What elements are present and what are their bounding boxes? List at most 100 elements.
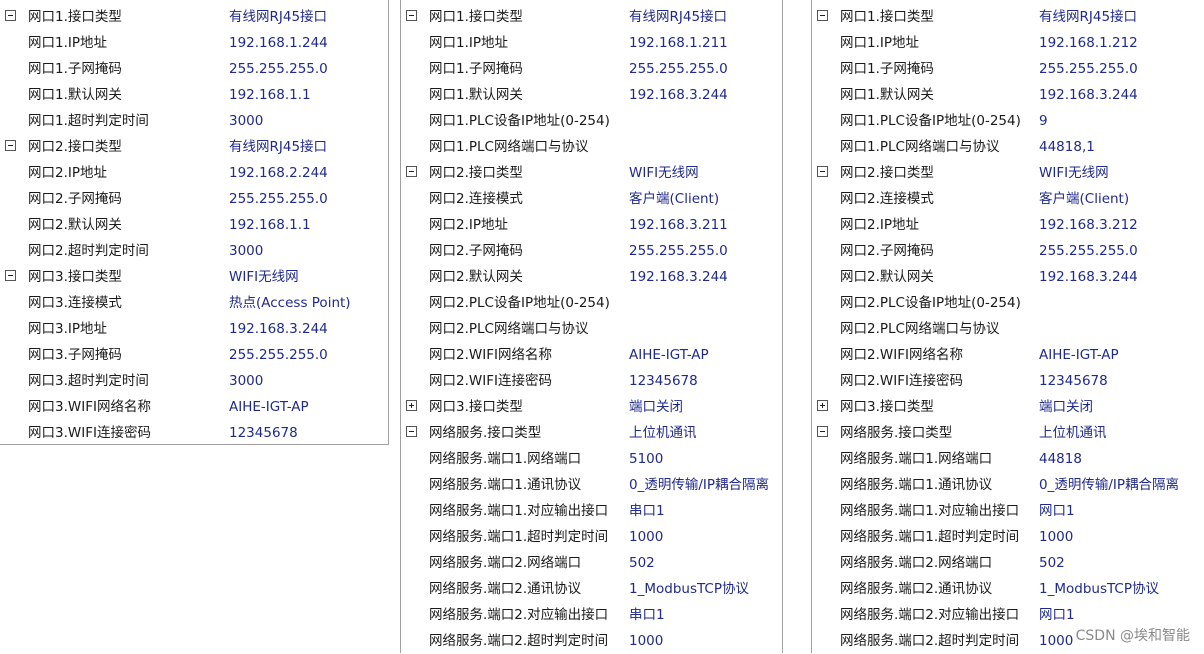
property-value[interactable]: 192.168.1.244 — [229, 30, 328, 56]
property-value[interactable]: 3000 — [229, 108, 263, 134]
property-value[interactable]: 0_透明传输/IP耦合隔离 — [1039, 472, 1179, 498]
property-row[interactable]: 网口2.IP地址 192.168.3.211 — [401, 212, 782, 238]
property-value[interactable]: 192.168.2.244 — [229, 160, 328, 186]
property-row[interactable]: 网口2.PLC网络端口与协议 — [401, 316, 782, 342]
property-row[interactable]: 网口2.WIFI连接密码 12345678 — [401, 368, 782, 394]
property-row[interactable]: 网口2.PLC设备IP地址(0-254) — [812, 290, 1204, 316]
property-value[interactable]: 串口1 — [629, 498, 665, 524]
property-row[interactable]: 网口1.子网掩码 255.255.255.0 — [401, 56, 782, 82]
property-value[interactable]: AIHE-IGT-AP — [629, 342, 709, 368]
property-value[interactable]: 255.255.255.0 — [629, 56, 728, 82]
property-row[interactable]: 网络服务.端口2.网络端口 502 — [401, 550, 782, 576]
property-row[interactable]: 网口2.接口类型 WIFI无线网 — [401, 160, 782, 186]
property-row[interactable]: 网络服务.端口1.通讯协议 0_透明传输/IP耦合隔离 — [812, 472, 1204, 498]
property-row[interactable]: 网口1.接口类型 有线网RJ45接口 — [401, 4, 782, 30]
collapse-icon[interactable] — [5, 10, 16, 21]
property-value[interactable]: 255.255.255.0 — [229, 342, 328, 368]
property-row[interactable]: 网口1.默认网关 192.168.1.1 — [0, 82, 388, 108]
property-value[interactable]: 3000 — [229, 238, 263, 264]
property-row[interactable]: 网口1.PLC设备IP地址(0-254) — [401, 108, 782, 134]
property-value[interactable]: 44818,1 — [1039, 134, 1095, 160]
property-row[interactable]: 网口1.IP地址 192.168.1.244 — [0, 30, 388, 56]
property-value[interactable]: 192.168.1.1 — [229, 82, 311, 108]
property-row[interactable]: 网络服务.接口类型 上位机通讯 — [812, 420, 1204, 446]
property-value[interactable]: 192.168.3.244 — [1039, 82, 1138, 108]
property-value[interactable]: 客户端(Client) — [629, 186, 719, 212]
property-value[interactable]: 192.168.1.211 — [629, 30, 728, 56]
property-row[interactable]: 网口2.IP地址 192.168.2.244 — [0, 160, 388, 186]
collapse-icon[interactable] — [406, 10, 417, 21]
property-value[interactable]: WIFI无线网 — [1039, 160, 1109, 186]
property-value[interactable]: WIFI无线网 — [629, 160, 699, 186]
property-row[interactable]: 网口3.接口类型 WIFI无线网 — [0, 264, 388, 290]
property-row[interactable]: 网口1.接口类型 有线网RJ45接口 — [812, 4, 1204, 30]
property-value[interactable]: 12345678 — [229, 420, 298, 446]
property-row[interactable]: 网络服务.端口1.网络端口 44818 — [812, 446, 1204, 472]
property-row[interactable]: 网口2.默认网关 192.168.1.1 — [0, 212, 388, 238]
property-value[interactable]: 有线网RJ45接口 — [629, 4, 727, 30]
collapse-icon[interactable] — [817, 166, 828, 177]
property-row[interactable]: 网口2.WIFI网络名称 AIHE-IGT-AP — [401, 342, 782, 368]
property-value[interactable]: 192.168.3.212 — [1039, 212, 1138, 238]
property-value[interactable]: 3000 — [229, 368, 263, 394]
property-value[interactable]: 192.168.1.212 — [1039, 30, 1138, 56]
property-row[interactable]: 网络服务.端口1.对应输出接口 网口1 — [812, 498, 1204, 524]
property-value[interactable]: 255.255.255.0 — [1039, 238, 1138, 264]
collapse-icon[interactable] — [406, 166, 417, 177]
property-row[interactable]: 网口1.默认网关 192.168.3.244 — [401, 82, 782, 108]
property-value[interactable]: 255.255.255.0 — [229, 186, 328, 212]
property-value[interactable]: 502 — [1039, 550, 1065, 576]
property-row[interactable]: 网络服务.端口2.通讯协议 1_ModbusTCP协议 — [812, 576, 1204, 602]
property-value[interactable]: 12345678 — [1039, 368, 1108, 394]
property-row[interactable]: 网口2.默认网关 192.168.3.244 — [401, 264, 782, 290]
property-row[interactable]: 网络服务.端口1.超时判定时间 1000 — [401, 524, 782, 550]
property-value[interactable]: 1_ModbusTCP协议 — [629, 576, 749, 602]
property-value[interactable]: 5100 — [629, 446, 663, 472]
property-row[interactable]: 网口3.WIFI网络名称 AIHE-IGT-AP — [0, 394, 388, 420]
property-row[interactable]: 网口2.WIFI连接密码 12345678 — [812, 368, 1204, 394]
expand-icon[interactable] — [817, 400, 828, 411]
property-value[interactable]: 502 — [629, 550, 655, 576]
property-value[interactable]: 1_ModbusTCP协议 — [1039, 576, 1159, 602]
collapse-icon[interactable] — [817, 426, 828, 437]
collapse-icon[interactable] — [406, 426, 417, 437]
property-value[interactable]: 255.255.255.0 — [1039, 56, 1138, 82]
property-row[interactable]: 网络服务.端口2.网络端口 502 — [812, 550, 1204, 576]
property-row[interactable]: 网口2.子网掩码 255.255.255.0 — [0, 186, 388, 212]
property-row[interactable]: 网口2.连接模式 客户端(Client) — [401, 186, 782, 212]
property-row[interactable]: 网口3.接口类型 端口关闭 — [401, 394, 782, 420]
property-row[interactable]: 网络服务.接口类型 上位机通讯 — [401, 420, 782, 446]
property-row[interactable]: 网口3.IP地址 192.168.3.244 — [0, 316, 388, 342]
property-value[interactable]: 上位机通讯 — [1039, 420, 1107, 446]
property-row[interactable]: 网络服务.端口2.超时判定时间 1000 — [401, 628, 782, 654]
property-value[interactable]: 有线网RJ45接口 — [229, 4, 327, 30]
property-value[interactable]: 192.168.1.1 — [229, 212, 311, 238]
property-value[interactable]: 0_透明传输/IP耦合隔离 — [629, 472, 769, 498]
property-row[interactable]: 网络服务.端口1.网络端口 5100 — [401, 446, 782, 472]
property-row[interactable]: 网络服务.端口2.通讯协议 1_ModbusTCP协议 — [401, 576, 782, 602]
property-row[interactable]: 网口2.PLC设备IP地址(0-254) — [401, 290, 782, 316]
property-value[interactable]: 1000 — [1039, 628, 1073, 654]
property-row[interactable]: 网络服务.端口2.对应输出接口 串口1 — [401, 602, 782, 628]
property-value[interactable]: 客户端(Client) — [1039, 186, 1129, 212]
property-row[interactable]: 网口3.接口类型 端口关闭 — [812, 394, 1204, 420]
property-value[interactable]: 255.255.255.0 — [229, 56, 328, 82]
property-value[interactable]: 9 — [1039, 108, 1048, 134]
property-row[interactable]: 网口1.PLC设备IP地址(0-254) 9 — [812, 108, 1204, 134]
property-row[interactable]: 网口2.接口类型 有线网RJ45接口 — [0, 134, 388, 160]
property-row[interactable]: 网口3.子网掩码 255.255.255.0 — [0, 342, 388, 368]
property-row[interactable]: 网口1.子网掩码 255.255.255.0 — [812, 56, 1204, 82]
property-row[interactable]: 网口1.IP地址 192.168.1.212 — [812, 30, 1204, 56]
property-row[interactable]: 网口2.接口类型 WIFI无线网 — [812, 160, 1204, 186]
property-row[interactable]: 网口2.默认网关 192.168.3.244 — [812, 264, 1204, 290]
collapse-icon[interactable] — [5, 140, 16, 151]
property-value[interactable]: 端口关闭 — [629, 394, 683, 420]
property-value[interactable]: 1000 — [629, 524, 663, 550]
property-row[interactable]: 网口2.IP地址 192.168.3.212 — [812, 212, 1204, 238]
property-value[interactable]: AIHE-IGT-AP — [1039, 342, 1119, 368]
property-row[interactable]: 网口2.子网掩码 255.255.255.0 — [812, 238, 1204, 264]
property-row[interactable]: 网口1.接口类型 有线网RJ45接口 — [0, 4, 388, 30]
expand-icon[interactable] — [406, 400, 417, 411]
property-value[interactable]: 192.168.3.244 — [1039, 264, 1138, 290]
property-value[interactable]: 44818 — [1039, 446, 1082, 472]
